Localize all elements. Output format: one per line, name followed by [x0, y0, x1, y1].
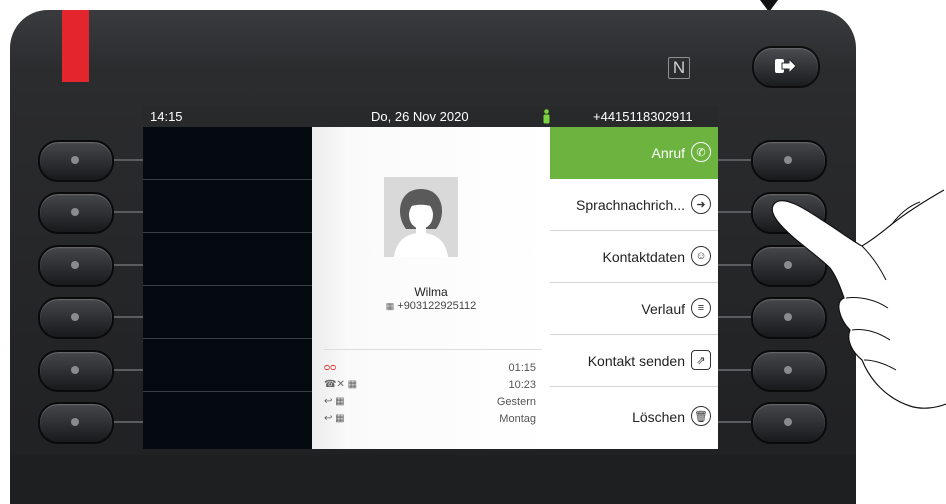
logout-icon [775, 57, 797, 75]
office-phone-icon: ▦ [385, 301, 395, 311]
arrow-right-icon: ➜ [691, 194, 711, 214]
left-key-6[interactable] [38, 402, 114, 444]
voicemail-icon: ᴑᴑ [324, 362, 337, 373]
menu-item-anruf[interactable]: Anruf ✆ [550, 127, 718, 179]
status-bar: 14:15 Do, 26 Nov 2020 +4415118302911 [143, 106, 718, 127]
device-bottom [10, 455, 856, 504]
call-log-time: 01:15 [508, 362, 536, 374]
menu-item-verlauf[interactable]: Verlauf ≡ [550, 283, 718, 335]
contact-panel: Wilma ▦ +903122925112 ᴑᴑ 01:15 ☎✕ ▦ 10:2… [312, 127, 550, 449]
menu-item-label: Sprachnachrich... [576, 197, 685, 213]
key-line [712, 211, 756, 213]
call-log-row[interactable]: ᴑᴑ 01:15 [324, 362, 536, 378]
action-menu: Anruf ✆ Sprachnachrich... ➜ Kontaktdaten… [550, 127, 718, 449]
call-log-row[interactable]: ↩ ▦ Montag [324, 413, 536, 429]
incoming-call-icon: ↩ ▦ [324, 396, 345, 407]
left-slot[interactable] [143, 392, 312, 444]
pointing-hand-illustration [771, 189, 946, 409]
display-screen: 14:15 Do, 26 Nov 2020 +4415118302911 Wil… [143, 106, 718, 449]
incoming-call-icon: ↩ ▦ [324, 413, 345, 424]
missed-call-icon: ☎✕ ▦ [324, 379, 358, 390]
avatar [384, 177, 458, 257]
nfc-icon: N [668, 57, 690, 79]
menu-item-label: Verlauf [641, 301, 685, 317]
left-slot[interactable] [143, 339, 312, 392]
left-slot[interactable] [143, 286, 312, 339]
left-key-3[interactable] [38, 245, 114, 287]
call-log-time: Montag [499, 413, 536, 425]
call-log-time: 10:23 [508, 379, 536, 391]
menu-item-label: Anruf [651, 145, 685, 161]
menu-item-label: Kontaktdaten [602, 249, 685, 265]
key-line [712, 316, 756, 318]
left-key-4[interactable] [38, 297, 114, 339]
key-line [712, 159, 756, 161]
menu-item-sprachnachricht[interactable]: Sprachnachrich... ➜ [550, 179, 718, 231]
contact-phone-number: +903122925112 [397, 300, 477, 312]
left-key-1[interactable] [38, 140, 114, 182]
logout-button[interactable] [752, 46, 820, 88]
left-panel [143, 127, 312, 449]
menu-item-kontaktdaten[interactable]: Kontaktdaten ☺ [550, 231, 718, 283]
call-log-time: Gestern [496, 396, 536, 408]
own-phone-number: +4415118302911 [593, 109, 693, 124]
person-silhouette-icon [394, 189, 448, 257]
trash-icon: 🗑 [691, 406, 711, 426]
right-key-1[interactable] [751, 140, 827, 182]
left-slot[interactable] [143, 233, 312, 286]
contact-phone: ▦ +903122925112 [312, 300, 550, 312]
phone-icon: ✆ [691, 142, 711, 162]
key-line [712, 369, 756, 371]
left-slot[interactable] [143, 127, 312, 180]
message-indicator-led [62, 10, 89, 82]
left-key-5[interactable] [38, 350, 114, 392]
key-line [712, 264, 756, 266]
left-slot[interactable] [143, 180, 312, 233]
contact-name: Wilma [414, 285, 448, 299]
left-key-2[interactable] [38, 192, 114, 234]
list-icon: ≡ [691, 298, 711, 318]
menu-item-label: Löschen [632, 409, 685, 425]
separator [324, 349, 542, 350]
date: Do, 26 Nov 2020 [371, 109, 469, 124]
contact-card-icon: ☺ [691, 246, 711, 266]
call-log-row[interactable]: ↩ ▦ Gestern [324, 396, 536, 412]
call-log-row[interactable]: ☎✕ ▦ 10:23 [324, 379, 536, 395]
menu-item-label: Kontakt senden [587, 353, 685, 369]
menu-item-kontakt-senden[interactable]: Kontakt senden ⇗ [550, 335, 718, 387]
menu-item-loeschen[interactable]: Löschen 🗑 [550, 387, 718, 439]
send-contact-icon: ⇗ [691, 350, 711, 370]
key-line [712, 421, 756, 423]
clock: 14:15 [150, 109, 183, 124]
user-status-icon [543, 109, 550, 124]
